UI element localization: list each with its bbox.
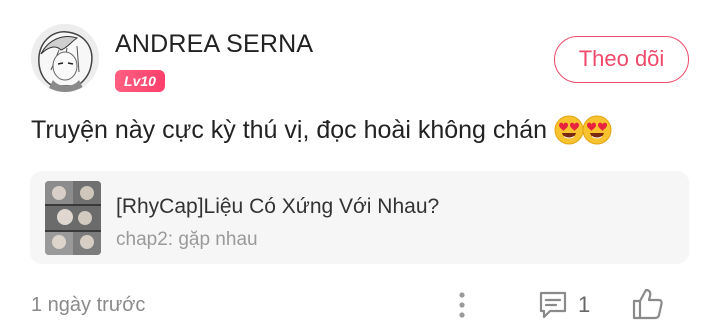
- reply-count: 1: [578, 292, 591, 317]
- comment-body: Truyện này cực kỳ thú vị, đọc hoài không…: [31, 116, 548, 144]
- username[interactable]: ANDREA SERNA: [115, 30, 313, 59]
- story-title[interactable]: [RhyCap]Liệu Có Xứng Với Nhau?: [116, 195, 439, 219]
- story-thumbnail[interactable]: [45, 181, 101, 255]
- story-chapter: chap2: gặp nhau: [116, 229, 258, 250]
- story-cover-image: [45, 181, 101, 255]
- story-card[interactable]: [RhyCap]Liệu Có Xứng Với Nhau? chap2: gặ…: [30, 171, 689, 264]
- comment-timestamp: 1 ngày trước: [31, 294, 146, 316]
- follow-button[interactable]: Theo dõi: [554, 36, 689, 83]
- heart-eyes-emoji: [554, 115, 584, 145]
- comment-text: Truyện này cực kỳ thú vị, đọc hoài không…: [31, 115, 612, 145]
- heart-eyes-emoji: [582, 115, 612, 145]
- reply-icon[interactable]: [537, 289, 569, 321]
- anime-avatar-icon: [31, 24, 99, 92]
- level-badge: Lv10: [115, 70, 165, 92]
- more-options-icon[interactable]: [452, 290, 472, 320]
- user-avatar[interactable]: [31, 24, 99, 92]
- like-icon[interactable]: [630, 286, 666, 322]
